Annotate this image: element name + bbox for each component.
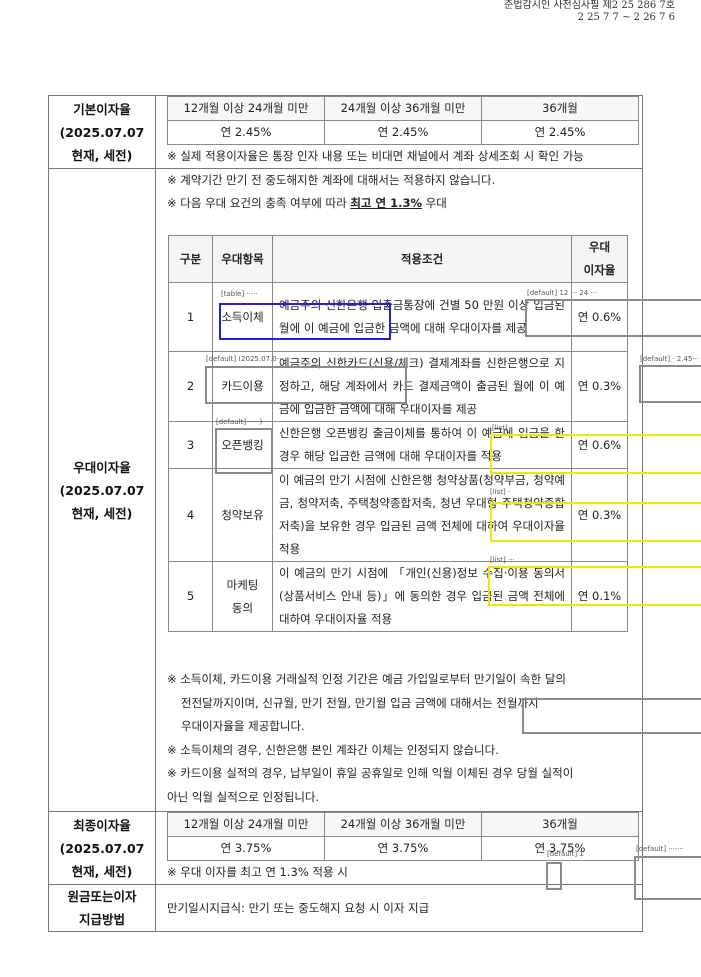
default-annotation-box bbox=[215, 428, 273, 474]
note-text: 우대 bbox=[422, 196, 447, 210]
approval-number: 준법감시인 사전심사필 제2 25 286 7호 bbox=[504, 0, 675, 11]
list-annotation-box bbox=[490, 502, 701, 542]
payment-method-content: 만기일시지급식: 만기 또는 중도해지 요청 시 이자 지급 bbox=[155, 884, 643, 932]
col-header-item: 우대항목 bbox=[212, 235, 273, 283]
default-annotation-tag: [default] 12 ··· 24 ··· bbox=[527, 289, 598, 297]
term-header: 12개월 이상 24개월 미만 bbox=[167, 812, 325, 837]
payment-method-text: 만기일시지급식: 만기 또는 중도해지 요청 시 이자 지급 bbox=[167, 900, 430, 915]
label-line: (2025.07.07 bbox=[59, 124, 145, 140]
default-annotation-tag: [default] ·· ··) bbox=[216, 418, 263, 426]
list-annotation-box bbox=[488, 566, 701, 606]
default-annotation-box bbox=[522, 698, 701, 734]
max-rate-highlight: 최고 연 1.3% bbox=[350, 196, 422, 210]
label-line: 현재, 세전) bbox=[71, 505, 133, 521]
note-text: ※ 다음 우대 요건의 충족 여부에 따라 bbox=[167, 196, 351, 210]
row-no: 1 bbox=[168, 282, 213, 352]
footnote: ※ 소득이체의 경우, 신한은행 본인 계좌간 이체는 인정되지 않습니다. bbox=[167, 742, 499, 757]
approval-period: 2 25 7 7 ~ 2 26 7 6 bbox=[577, 12, 675, 23]
label-line: 지급방법 bbox=[78, 912, 125, 927]
label-line: (2025.07.07 bbox=[59, 840, 145, 856]
label-line: (2025.07.07 bbox=[59, 482, 145, 498]
final-rate-content: 12개월 이상 24개월 미만 24개월 이상 36개월 미만 36개월 연 3… bbox=[155, 811, 643, 885]
rate-value: 연 3.75% bbox=[167, 836, 325, 861]
list-annotation-tag: [list] · bbox=[492, 424, 513, 432]
preferential-rate-label: 우대이자율 (2025.07.07 현재, 세전) bbox=[48, 168, 156, 812]
row-rate: 연 0.3% bbox=[571, 351, 628, 422]
preferential-note-max: ※ 다음 우대 요건의 충족 여부에 따라 최고 연 1.3% 우대 bbox=[156, 192, 642, 215]
payment-method-row: 원금또는이자 지급방법 만기일시지급식: 만기 또는 중도해지 요청 시 이자 … bbox=[48, 884, 643, 932]
default-annotation-box bbox=[634, 856, 701, 900]
rate-value: 연 3.75% bbox=[324, 836, 482, 861]
list-annotation-tag: [list] ··· bbox=[490, 556, 515, 564]
label-line: 최종이자율 bbox=[73, 817, 131, 833]
table-annotation-box bbox=[219, 303, 391, 340]
footnote: ※ 카드이용 실적의 경우, 납부일이 휴일 공휴일로 인해 익월 이체된 경우… bbox=[167, 766, 574, 780]
row-item: 마케팅 동의 bbox=[212, 561, 273, 632]
label-line: 기본이자율 bbox=[73, 101, 131, 117]
col-header-no: 구분 bbox=[168, 235, 213, 283]
rate-value: 연 2.45% bbox=[481, 120, 639, 145]
label-line: 원금또는이자 bbox=[67, 889, 137, 904]
header-line: 우대 bbox=[588, 240, 611, 254]
rate-value: 연 2.45% bbox=[324, 120, 482, 145]
term-header: 36개월 bbox=[481, 812, 639, 837]
final-rate-note: ※ 우대 이자를 최고 연 1.3% 적용 시 bbox=[167, 865, 348, 879]
base-rate-table: 12개월 이상 24개월 미만 24개월 이상 36개월 미만 36개월 연 2… bbox=[167, 96, 639, 145]
header-line: 이자율 bbox=[583, 263, 616, 277]
default-annotation-tag: [default] 1 bbox=[547, 850, 584, 858]
base-rate-row: 기본이자율 (2025.07.07 현재, 세전) 12개월 이상 24개월 미… bbox=[48, 95, 643, 169]
preferential-note-early-termination: ※ 계약기간 만기 전 중도해지한 계좌에 대해서는 적용하지 않습니다. bbox=[167, 173, 496, 187]
default-annotation-box bbox=[205, 366, 407, 404]
default-annotation-box bbox=[546, 862, 562, 890]
base-rate-note: ※ 실제 적용이자율은 통장 인자 내용 또는 비대면 채널에서 계좌 상세조회… bbox=[167, 149, 584, 163]
final-rate-label: 최종이자율 (2025.07.07 현재, 세전) bbox=[48, 811, 156, 885]
default-annotation-box bbox=[639, 365, 701, 403]
label-line: 현재, 세전) bbox=[71, 863, 133, 879]
term-header: 36개월 bbox=[481, 96, 639, 121]
base-rate-content: 12개월 이상 24개월 미만 24개월 이상 36개월 미만 36개월 연 2… bbox=[155, 95, 643, 169]
list-annotation-tag: [list] · bbox=[490, 488, 511, 496]
col-header-condition: 적용조건 bbox=[272, 235, 572, 283]
default-annotation-box bbox=[525, 299, 701, 337]
default-annotation-tag: [default] · 2.45··· bbox=[640, 355, 700, 363]
term-header: 12개월 이상 24개월 미만 bbox=[167, 96, 325, 121]
approval-header: 준법감시인 사전심사필 제2 25 286 7호 2 25 7 7 ~ 2 26… bbox=[504, 0, 675, 24]
table-annotation-tag: [table] ····· bbox=[221, 290, 258, 298]
label-line: 우대이자율 bbox=[73, 459, 131, 475]
default-annotation-tag: [default] ······· bbox=[636, 845, 684, 853]
row-no: 4 bbox=[168, 468, 213, 562]
list-annotation-box bbox=[490, 434, 701, 474]
term-header: 24개월 이상 36개월 미만 bbox=[324, 812, 482, 837]
term-header: 24개월 이상 36개월 미만 bbox=[324, 96, 482, 121]
col-header-rate: 우대이자율 bbox=[571, 235, 628, 283]
default-annotation-tag: [default] (2025.07.0··· bbox=[206, 355, 284, 363]
footnote: ※ 소득이체, 카드이용 거래실적 인정 기간은 예금 가입일로부터 만기일이 … bbox=[167, 672, 566, 686]
payment-method-label: 원금또는이자 지급방법 bbox=[48, 884, 156, 932]
base-rate-label: 기본이자율 (2025.07.07 현재, 세전) bbox=[48, 95, 156, 169]
label-line: 현재, 세전) bbox=[71, 147, 133, 163]
row-no: 3 bbox=[168, 421, 213, 469]
row-item: 청약보유 bbox=[212, 468, 273, 562]
footnote-cont: 아닌 익월 실적으로 인정됩니다. bbox=[167, 789, 320, 804]
row-no: 5 bbox=[168, 561, 213, 632]
rate-value: 연 2.45% bbox=[167, 120, 325, 145]
